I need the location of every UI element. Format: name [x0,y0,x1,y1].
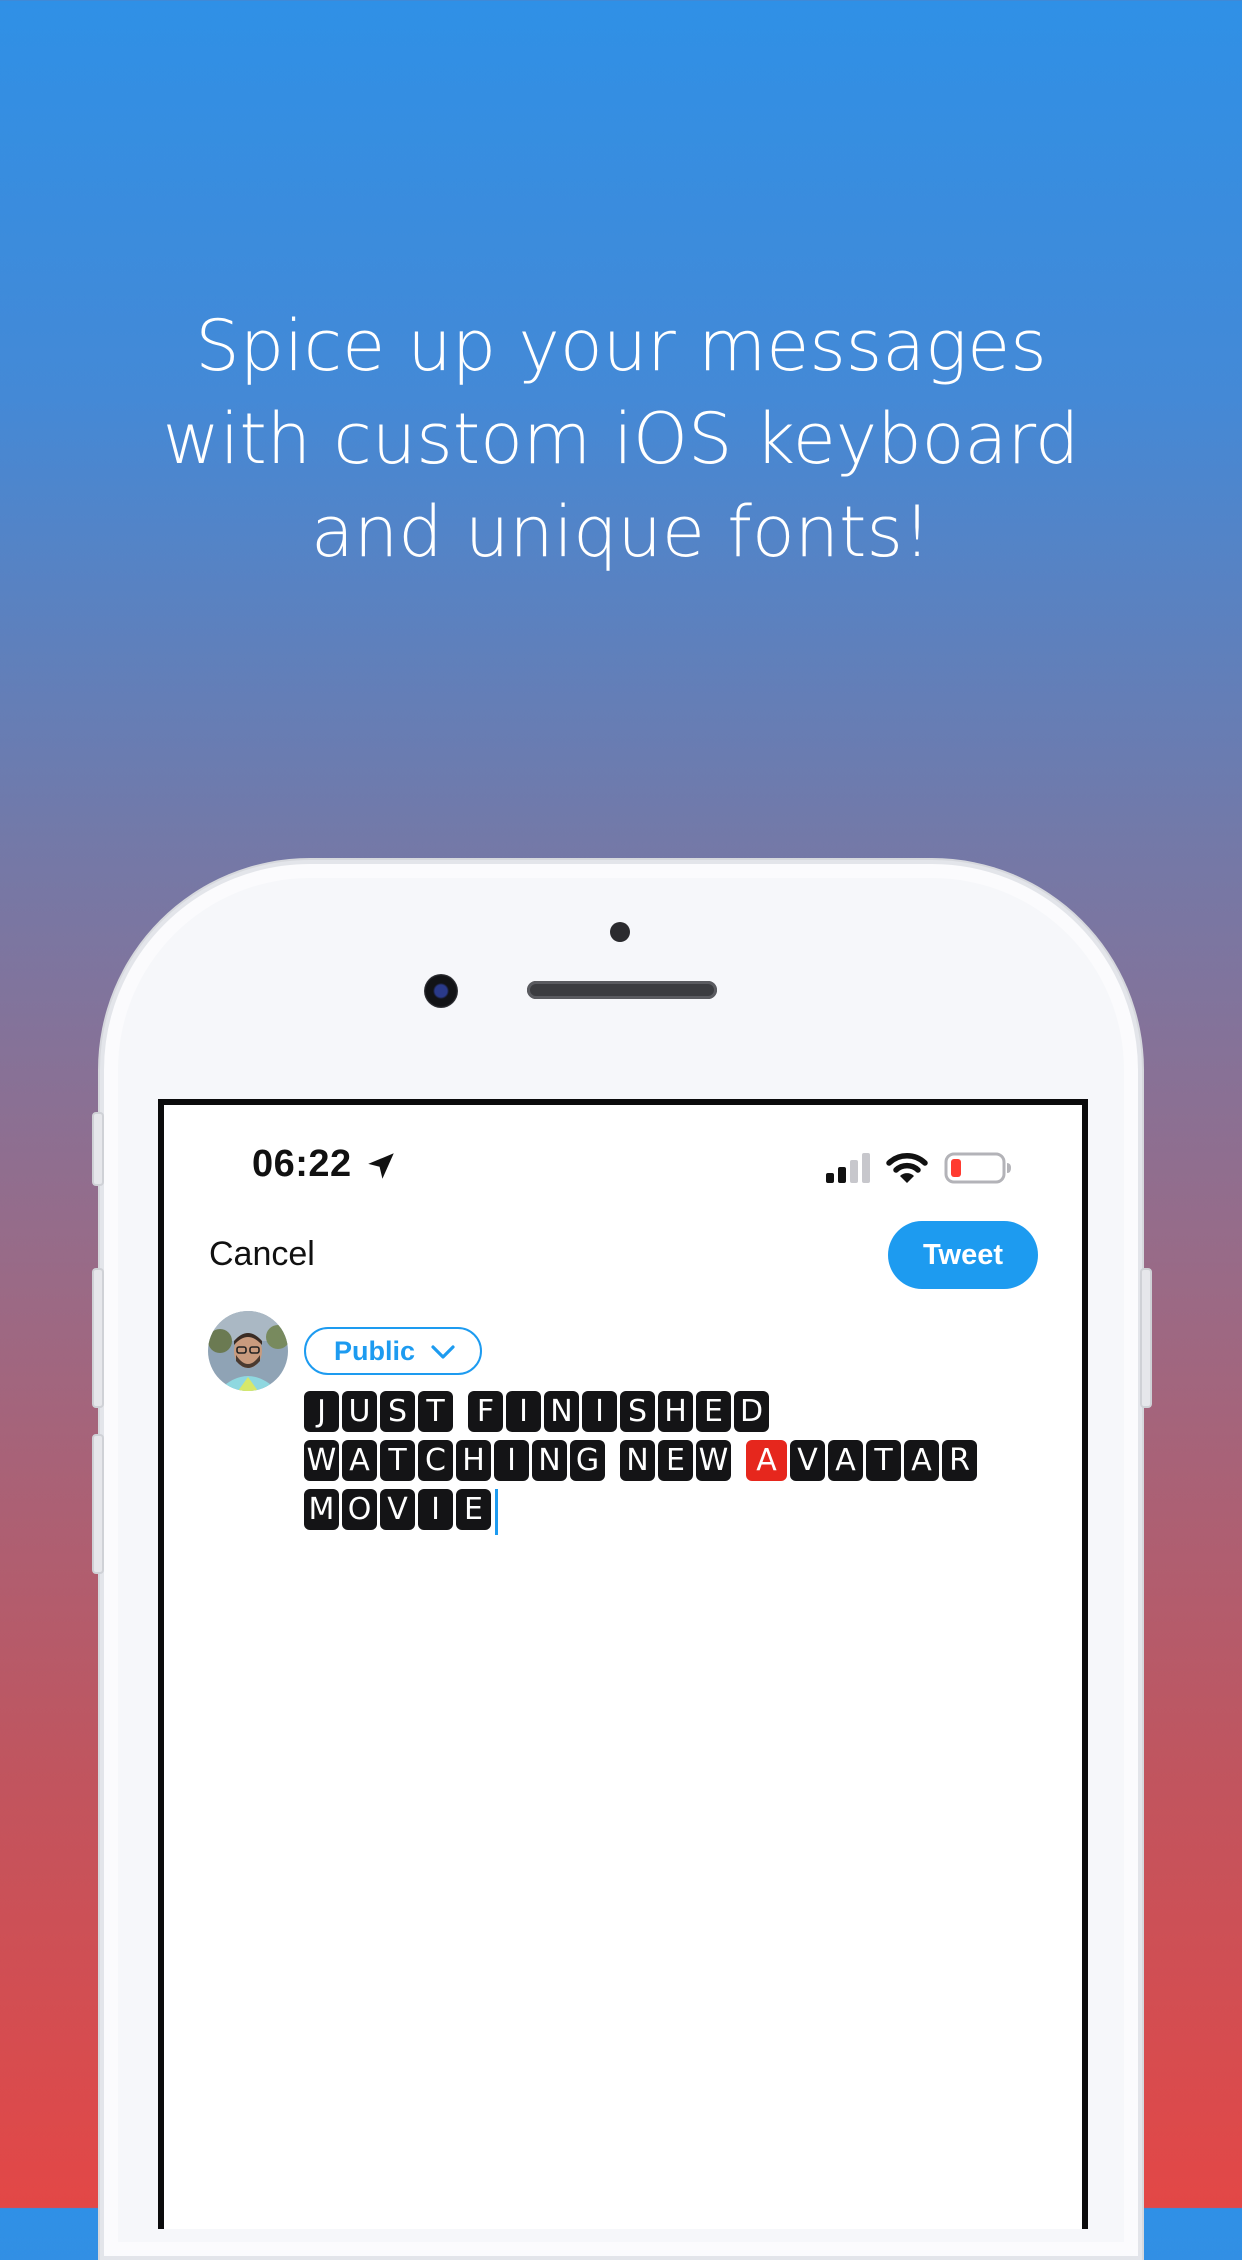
avatar[interactable] [208,1311,288,1391]
location-arrow-icon [368,1153,394,1179]
headline-line-3: and unique fonts! [310,491,932,573]
tweet-line-1: JUSTFINISHED [304,1391,1044,1439]
letter-tile: V [380,1489,415,1530]
audience-label: Public [334,1336,416,1366]
letter-tile: I [506,1391,541,1432]
letter-tile: M [304,1489,339,1530]
letter-tile: N [620,1440,655,1481]
phone-power-button [1140,1268,1152,1408]
letter-tile: W [696,1440,731,1481]
letter-tile: H [658,1391,693,1432]
letter-tile: I [418,1489,453,1530]
proximity-sensor [610,922,630,942]
letter-tile: N [544,1391,579,1432]
letter-tile: E [456,1489,491,1530]
letter-tile: W [304,1440,339,1481]
phone-volume-up-button [92,1268,104,1408]
headline: Spice up your messages with custom iOS k… [0,300,1242,579]
phone-screen: 06:22 Cancel Tweet Public J U S T F I N … [158,1099,1088,2229]
letter-tile: G [570,1440,605,1481]
headline-line-1: Spice up your messages [195,305,1047,387]
letter-tile: E [658,1440,693,1481]
letter-tile: J [304,1391,339,1432]
letter-tile: O [342,1489,377,1530]
letter-tile: N [532,1440,567,1481]
earpiece-speaker [527,981,717,999]
letter-tile: T [380,1440,415,1481]
tweet-line-2: WATCHINGNEWAVATAR [304,1440,1044,1488]
letter-tile: F [468,1391,503,1432]
letter-tile: E [696,1391,731,1432]
letter-tile: T [418,1391,453,1432]
cellular-signal-icon [826,1153,870,1183]
letter-tile: S [380,1391,415,1432]
headline-line-2: with custom iOS keyboard [162,398,1080,480]
letter-tile: D [734,1391,769,1432]
letter-tile: H [456,1440,491,1481]
letter-tile: A [342,1440,377,1481]
letter-tile: A [828,1440,863,1481]
letter-tile: V [790,1440,825,1481]
tweet-button[interactable]: Tweet [888,1221,1038,1289]
highlighted-letter-tile: A [746,1440,787,1481]
letter-tile: I [582,1391,617,1432]
letter-tile: T [866,1440,901,1481]
text-cursor [495,1489,498,1535]
cancel-button[interactable]: Cancel [209,1235,315,1274]
battery-low-icon [944,1152,1011,1184]
letter-tile: R [942,1440,977,1481]
tweet-text-area[interactable]: JUSTFINISHED WATCHINGNEWAVATAR MOVIE [304,1391,1044,1538]
letter-tile: I [494,1440,529,1481]
audience-selector[interactable]: Public [304,1327,482,1375]
status-time: 06:22 [252,1143,352,1185]
wifi-icon [886,1153,928,1183]
phone-silent-switch [92,1112,104,1186]
letter-tile: A [904,1440,939,1481]
letter-tile: U [342,1391,377,1432]
letter-tile: C [418,1440,453,1481]
letter-tile: S [620,1391,655,1432]
front-camera [424,974,458,1008]
chevron-down-icon [431,1345,455,1359]
tweet-line-3: MOVIE [304,1489,1044,1537]
phone-volume-down-button [92,1434,104,1574]
